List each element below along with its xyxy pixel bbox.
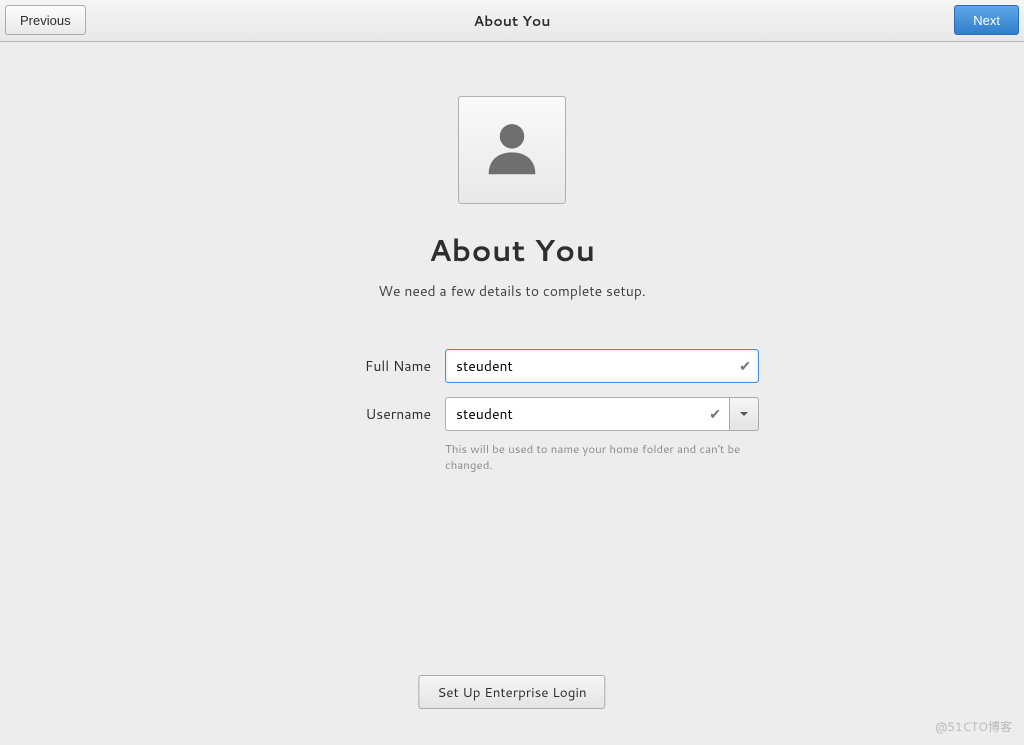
previous-button[interactable]: Previous [5,5,86,35]
username-combo: ✔ [445,397,759,431]
main-content: About You We need a few details to compl… [0,42,1024,473]
page-subtitle: We need a few details to complete setup. [378,281,646,301]
username-input[interactable] [445,397,729,431]
about-you-form: Full Name ✔ Username ✔ This will be [265,349,759,473]
header-bar: Previous About You Next [0,0,1024,42]
avatar-picker[interactable] [458,96,566,204]
username-row: Username ✔ [265,397,759,431]
username-input-wrap: ✔ [445,397,729,431]
chevron-down-icon [739,404,749,424]
username-dropdown-button[interactable] [729,397,759,431]
header-title: About You [474,11,551,31]
full-name-row: Full Name ✔ [265,349,759,383]
full-name-input[interactable] [445,349,759,383]
page-title: About You [429,228,596,271]
watermark-text: @51CTO博客 [935,718,1012,735]
enterprise-login-button[interactable]: Set Up Enterprise Login [418,675,605,709]
full-name-label: Full Name [265,356,445,376]
full-name-input-wrap: ✔ [445,349,759,383]
username-hint: This will be used to name your home fold… [445,441,759,473]
user-icon [477,113,547,188]
username-label: Username [265,404,445,424]
next-button[interactable]: Next [954,5,1019,35]
